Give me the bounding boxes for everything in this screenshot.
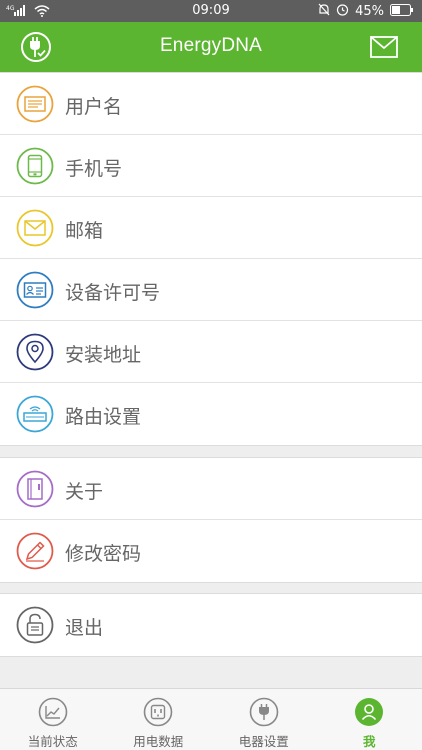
tab-appliance-settings[interactable]: 电器设置	[211, 689, 317, 750]
menu-item-email[interactable]: 邮箱	[0, 197, 422, 259]
tab-current-status[interactable]: 当前状态	[0, 689, 106, 750]
envelope-icon	[16, 209, 54, 247]
menu-item-label: 手机号	[65, 158, 123, 180]
menu-item-label: 安装地址	[65, 344, 142, 366]
plug-icon	[249, 697, 279, 727]
logout-group: 退出	[0, 593, 422, 657]
envelope-icon	[370, 36, 398, 58]
menu-item-label: 退出	[65, 617, 104, 639]
phone-icon	[16, 147, 54, 185]
menu-item-label: 修改密码	[65, 543, 142, 565]
license-card-icon	[16, 271, 54, 309]
page-title: EnergyDNA	[159, 35, 263, 56]
tab-label: 用电数据	[133, 734, 184, 749]
status-bar: 4G 09:09 45%	[0, 0, 422, 22]
menu-item-change-password[interactable]: 修改密码	[0, 520, 422, 582]
unlock-icon	[16, 606, 54, 644]
location-pin-icon	[16, 333, 54, 371]
tab-power-data[interactable]: 用电数据	[106, 689, 212, 750]
menu-item-device-license[interactable]: 设备许可号	[0, 259, 422, 321]
battery-percent: 45%	[355, 4, 384, 19]
tab-label: 电器设置	[238, 734, 289, 749]
battery-icon	[390, 3, 414, 20]
user-icon	[355, 698, 384, 726]
book-icon	[16, 470, 54, 508]
tab-label: 当前状态	[27, 734, 78, 749]
nav-bar: EnergyDNA	[0, 22, 422, 72]
pencil-icon	[16, 532, 54, 570]
tab-me[interactable]: 我	[317, 689, 422, 750]
mute-bell-icon	[318, 3, 330, 20]
id-card-icon	[16, 85, 54, 123]
menu-item-about[interactable]: 关于	[0, 458, 422, 520]
menu-item-label: 关于	[65, 481, 104, 503]
tab-label: 我	[362, 734, 376, 749]
menu-item-label: 设备许可号	[65, 282, 161, 304]
chart-icon	[38, 697, 68, 727]
alarm-icon	[336, 3, 349, 20]
settings-group: 关于 修改密码	[0, 457, 422, 583]
status-right: 45%	[318, 3, 414, 20]
profile-group: 用户名 手机号 邮箱 设备许可号 安装地址 路由设置	[0, 72, 422, 446]
outlet-icon	[143, 697, 173, 727]
menu-item-label: 用户名	[65, 96, 123, 118]
menu-item-logout[interactable]: 退出	[0, 594, 422, 656]
router-icon	[16, 395, 54, 433]
menu-item-install-address[interactable]: 安装地址	[0, 321, 422, 383]
menu-item-label: 路由设置	[65, 406, 142, 428]
menu-item-phone[interactable]: 手机号	[0, 135, 422, 197]
menu-item-username[interactable]: 用户名	[0, 73, 422, 135]
message-button[interactable]	[366, 29, 402, 65]
menu-item-router-settings[interactable]: 路由设置	[0, 383, 422, 445]
tab-bar: 当前状态 用电数据 电器设置 我	[0, 688, 422, 750]
menu-item-label: 邮箱	[65, 220, 104, 242]
